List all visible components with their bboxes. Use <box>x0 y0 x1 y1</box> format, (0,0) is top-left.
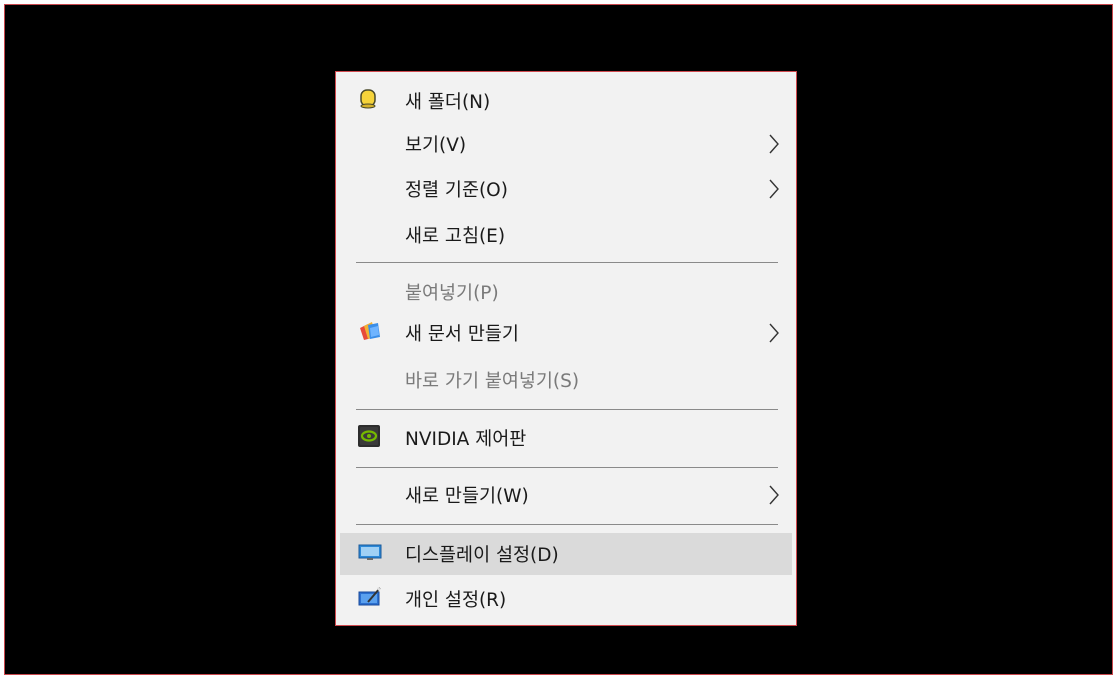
menu-item-personalize[interactable]: 개인 설정(R) <box>340 578 792 620</box>
menu-item-new-folder[interactable]: 새 폴더(N) <box>340 80 792 122</box>
menu-separator <box>356 262 778 263</box>
menu-item-view[interactable]: 보기(V) <box>340 123 792 165</box>
chevron-right-icon <box>769 485 779 505</box>
menu-item-paste-shortcut: 바로 가기 붙여넣기(S) <box>340 359 792 401</box>
display-icon <box>358 542 382 566</box>
menu-separator <box>356 467 778 468</box>
menu-item-paste: 붙여넣기(P) <box>340 271 792 313</box>
new-document-icon <box>358 320 382 346</box>
menu-item-label: 바로 가기 붙여넣기(S) <box>405 371 580 392</box>
new-folder-icon <box>358 88 378 114</box>
chevron-right-icon <box>769 179 779 199</box>
menu-item-display-settings[interactable]: 디스플레이 설정(D) <box>340 533 792 575</box>
menu-item-new[interactable]: 새로 만들기(W) <box>340 474 792 516</box>
desktop-background[interactable]: 새 폴더(N) 보기(V) 정렬 기준(O) 새로 고침(E) 붙여넣기(P) <box>4 4 1113 675</box>
menu-item-label: 디스플레이 설정(D) <box>405 545 559 566</box>
menu-item-label: 붙여넣기(P) <box>405 283 499 304</box>
menu-item-label: 개인 설정(R) <box>405 590 507 611</box>
menu-item-label: 보기(V) <box>405 135 467 156</box>
menu-item-label: 정렬 기준(O) <box>405 180 508 201</box>
chevron-right-icon <box>769 323 779 343</box>
desktop-context-menu: 새 폴더(N) 보기(V) 정렬 기준(O) 새로 고침(E) 붙여넣기(P) <box>335 71 797 626</box>
menu-item-label: 새 폴더(N) <box>405 92 491 113</box>
menu-item-nvidia-control-panel[interactable]: NVIDIA 제어판 <box>340 417 792 459</box>
menu-item-sort-by[interactable]: 정렬 기준(O) <box>340 168 792 210</box>
menu-item-label: 새 문서 만들기 <box>405 324 519 345</box>
personalize-icon <box>358 586 382 612</box>
menu-item-refresh[interactable]: 새로 고침(E) <box>340 214 792 256</box>
menu-separator <box>356 409 778 410</box>
menu-item-new-document[interactable]: 새 문서 만들기 <box>340 312 792 354</box>
chevron-right-icon <box>769 134 779 154</box>
menu-item-label: 새로 만들기(W) <box>405 486 529 507</box>
menu-separator <box>356 524 778 525</box>
menu-item-label: NVIDIA 제어판 <box>405 429 527 450</box>
nvidia-icon <box>358 425 380 451</box>
menu-item-label: 새로 고침(E) <box>405 226 506 247</box>
